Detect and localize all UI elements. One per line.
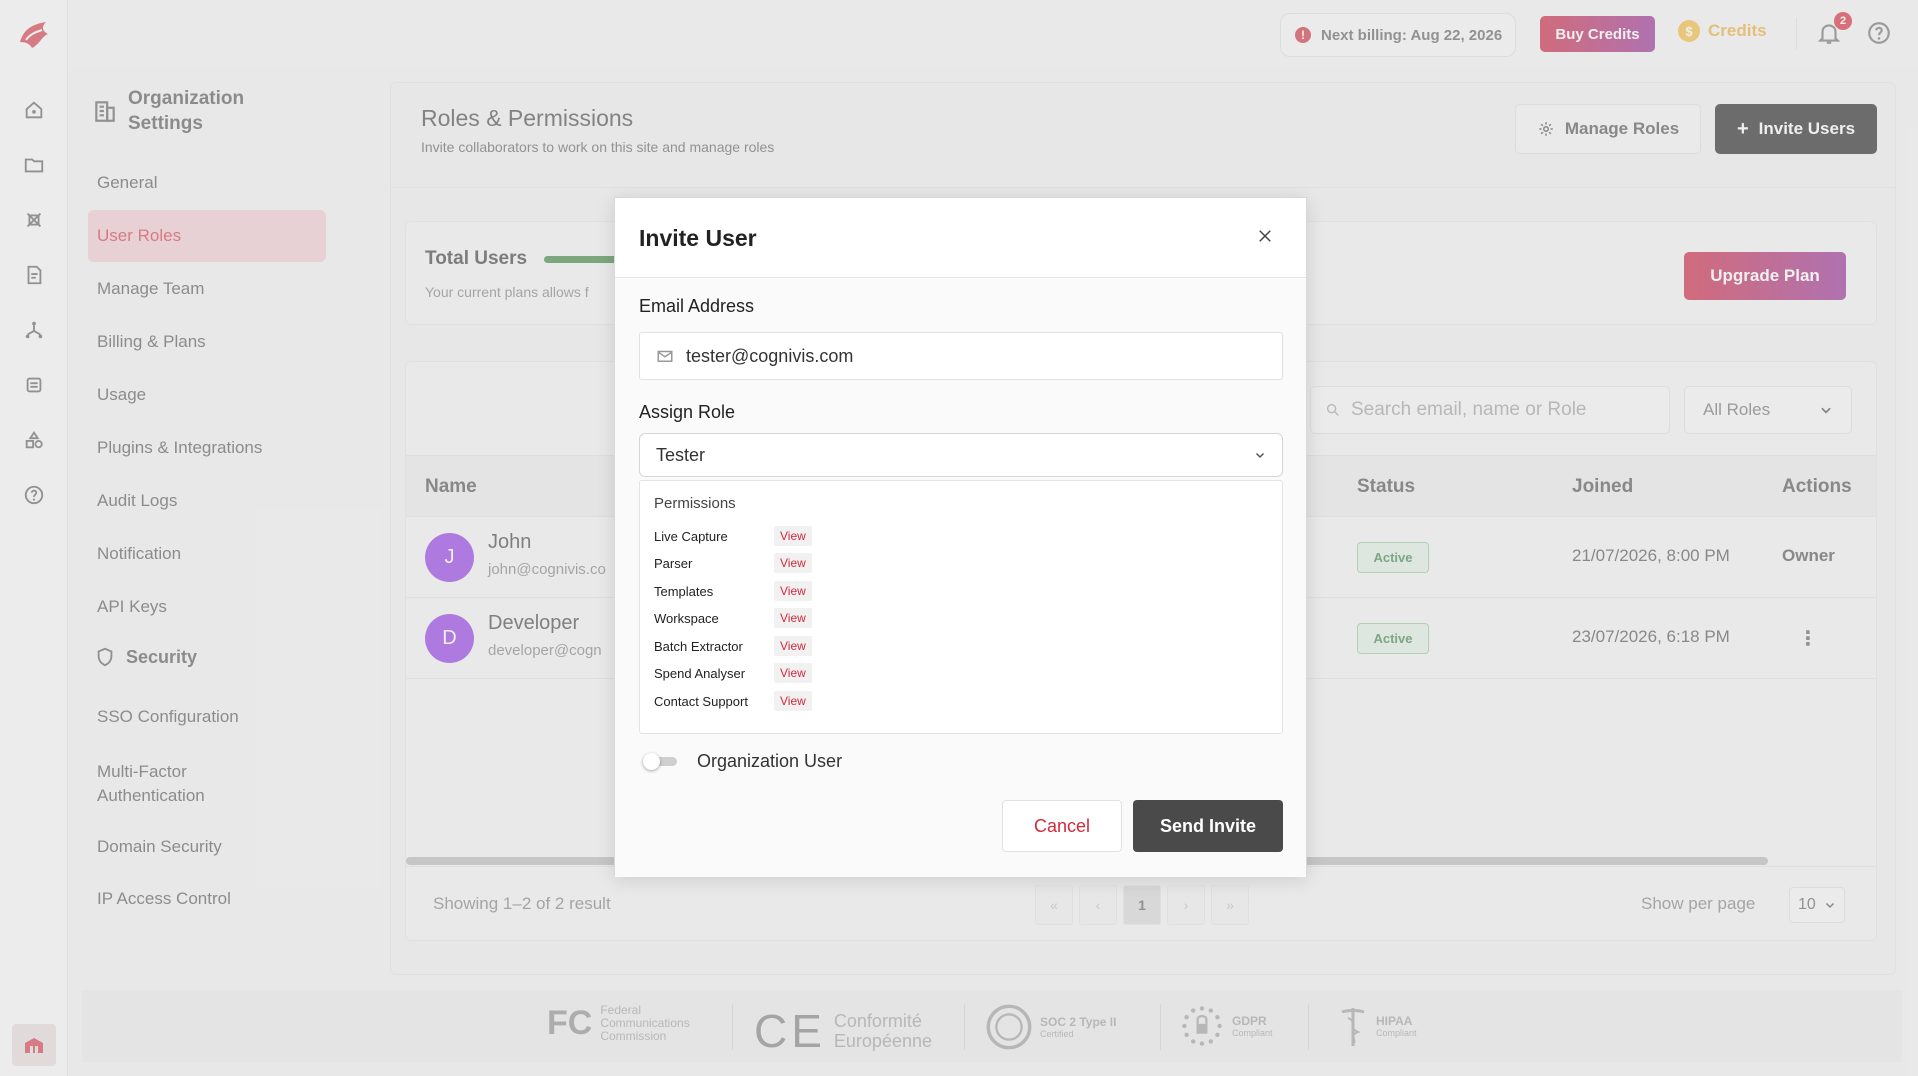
- permissions-panel: Permissions Live Capture View Parser View …: [639, 480, 1283, 734]
- mail-icon: [657, 350, 673, 362]
- permission-level-badge: View: [774, 636, 812, 656]
- permission-level-badge: View: [774, 691, 812, 711]
- role-label: Assign Role: [639, 402, 736, 422]
- cancel-button[interactable]: Cancel: [1002, 800, 1122, 852]
- modal-body: Email Address Assign Role Tester Permiss…: [615, 279, 1306, 877]
- permission-row: Contact Support View: [654, 690, 812, 712]
- send-invite-button[interactable]: Send Invite: [1133, 800, 1283, 852]
- permission-row: Templates View: [654, 580, 812, 602]
- permission-name: Parser: [654, 555, 693, 571]
- organization-user-toggle[interactable]: [643, 752, 677, 770]
- permission-level-badge: View: [774, 581, 812, 601]
- permission-name: Spend Analyser: [654, 665, 746, 681]
- permission-row: Live Capture View: [654, 525, 812, 547]
- permission-level-badge: View: [774, 608, 812, 628]
- email-input[interactable]: [686, 345, 1246, 367]
- permission-row: Workspace View: [654, 607, 812, 629]
- permission-name: Contact Support: [654, 693, 748, 709]
- organization-user-label: Organization User: [697, 751, 843, 771]
- permission-row: Batch Extractor View: [654, 635, 812, 657]
- permission-level-badge: View: [774, 663, 812, 683]
- permission-level-badge: View: [774, 553, 812, 573]
- permissions-title: Permissions: [654, 495, 736, 512]
- permission-name: Batch Extractor: [654, 638, 743, 654]
- email-label: Email Address: [639, 296, 755, 316]
- modal-header: Invite User: [615, 198, 1306, 278]
- close-icon[interactable]: [1253, 224, 1277, 248]
- email-field[interactable]: [639, 332, 1283, 380]
- permission-name: Live Capture: [654, 528, 728, 544]
- chevron-down-icon: [1255, 452, 1265, 459]
- permission-name: Workspace: [654, 610, 719, 626]
- toggle-knob: [643, 753, 660, 770]
- role-select-value: Tester: [656, 444, 706, 465]
- role-select[interactable]: Tester: [639, 433, 1283, 477]
- invite-user-modal: Invite User Email Address Assign Role Te…: [614, 197, 1307, 877]
- permission-row: Spend Analyser View: [654, 662, 812, 684]
- modal-title: Invite User: [639, 225, 757, 251]
- permission-level-badge: View: [774, 526, 812, 546]
- permission-row: Parser View: [654, 552, 812, 574]
- permission-name: Templates: [654, 583, 714, 599]
